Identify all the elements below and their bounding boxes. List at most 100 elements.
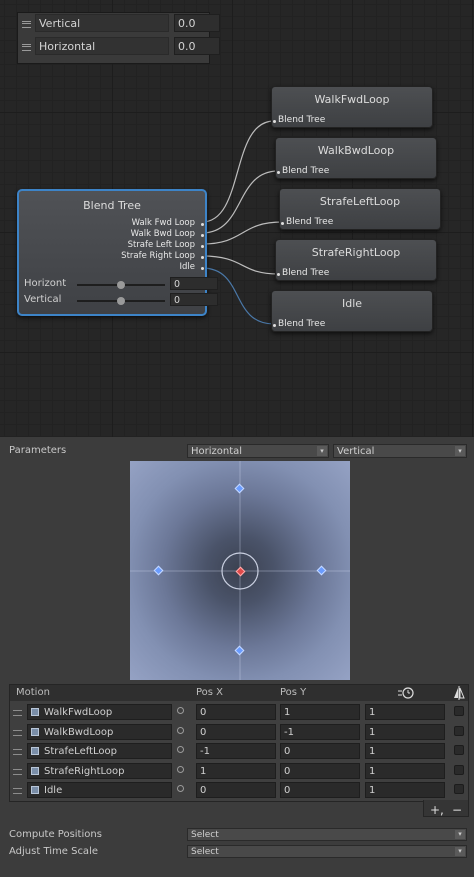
speed-field[interactable]: 1: [365, 762, 445, 779]
mirror-checkbox[interactable]: [454, 706, 464, 716]
compute-positions-dropdown[interactable]: Select ▾: [187, 828, 467, 841]
clip-node-title: Idle: [341, 297, 363, 310]
blend-space-2d-preview[interactable]: [130, 461, 350, 680]
pos-y-field[interactable]: -1: [280, 723, 360, 740]
clip-node-walkbwdloop[interactable]: WalkBwdLoop Blend Tree: [275, 137, 437, 179]
motion-clip-field[interactable]: WalkFwdLoop: [27, 704, 172, 720]
motion-row[interactable]: WalkBwdLoop 0 -1 1: [10, 723, 468, 742]
clip-node-input-port[interactable]: Blend Tree: [276, 268, 329, 278]
drag-handle-icon[interactable]: [13, 768, 22, 775]
animation-clip-icon: [31, 708, 39, 716]
output-port-dot[interactable]: [201, 267, 204, 270]
drag-handle-icon[interactable]: [22, 21, 31, 28]
compute-positions-value: Select: [191, 830, 219, 840]
adjust-time-scale-dropdown[interactable]: Select ▾: [187, 845, 467, 858]
output-port-dot[interactable]: [201, 234, 204, 237]
speed-field[interactable]: 1: [365, 782, 445, 798]
motion-clip-field[interactable]: StrafeLeftLoop: [27, 743, 172, 759]
motion-clip-field[interactable]: StrafeRightLoop: [27, 762, 172, 779]
output-port-dot[interactable]: [201, 223, 204, 226]
pos-x-field[interactable]: 0: [196, 704, 276, 720]
graph-parameters-panel: Vertical 0.0 Horizontal 0.0: [17, 12, 220, 64]
drag-handle-icon[interactable]: [13, 749, 22, 755]
pos-x-field[interactable]: -1: [196, 743, 276, 759]
clip-node-walkfwdloop[interactable]: WalkFwdLoop Blend Tree: [271, 86, 433, 128]
adjust-time-scale-value: Select: [191, 847, 219, 857]
header-pos-y: Pos Y: [280, 687, 307, 698]
motion-clip-name: WalkFwdLoop: [44, 707, 113, 718]
output-port-dot[interactable]: [201, 245, 204, 248]
output-port-strafe-left-loop[interactable]: Strafe Left Loop: [128, 240, 195, 250]
pos-x-field[interactable]: 0: [196, 782, 276, 798]
clip-node-input-port[interactable]: Blend Tree: [276, 166, 329, 176]
pos-x-field[interactable]: 0: [196, 723, 276, 740]
speed-field[interactable]: 1: [365, 723, 445, 740]
param-x-dropdown[interactable]: Horizontal ▾: [187, 444, 329, 458]
slider-thumb[interactable]: [117, 297, 125, 305]
param-y-dropdown[interactable]: Vertical ▾: [333, 444, 467, 458]
animation-clip-icon: [31, 727, 39, 736]
add-motion-button[interactable]: +,: [430, 803, 444, 817]
clip-node-input-port[interactable]: Blend Tree: [280, 217, 333, 227]
speed-field[interactable]: 1: [365, 704, 445, 720]
slider-value-horizont[interactable]: 0: [170, 277, 218, 290]
motion-row[interactable]: Idle 0 0 1: [10, 781, 468, 800]
dropdown-arrow-icon: ▾: [455, 847, 465, 856]
circle-target-icon[interactable]: [177, 707, 184, 714]
motion-row[interactable]: StrafeLeftLoop -1 0 1: [10, 742, 468, 761]
clip-node-straferightloop[interactable]: StrafeRightLoop Blend Tree: [275, 239, 437, 281]
slider-label-horizont: Horizont: [24, 278, 67, 289]
graph-param-row-horizontal: Horizontal 0.0: [18, 36, 220, 58]
slider-vertical[interactable]: [77, 297, 165, 305]
remove-motion-button[interactable]: −: [452, 803, 462, 817]
clip-node-input-port[interactable]: Blend Tree: [272, 319, 325, 329]
pos-x-field[interactable]: 1: [196, 762, 276, 779]
drag-handle-icon[interactable]: [13, 788, 22, 794]
motion-clip-name: WalkBwdLoop: [44, 726, 114, 738]
param-value-field[interactable]: 0.0: [174, 14, 220, 32]
circle-target-icon[interactable]: [177, 726, 184, 734]
pos-y-field[interactable]: 0: [280, 762, 360, 779]
param-name-field[interactable]: Horizontal: [35, 37, 169, 55]
motion-clip-name: StrafeRightLoop: [44, 765, 125, 777]
slider-thumb[interactable]: [117, 281, 125, 289]
output-port-dot[interactable]: [201, 256, 204, 259]
pos-y-field[interactable]: 0: [280, 743, 360, 759]
slider-horizont[interactable]: [77, 281, 165, 289]
pos-y-field[interactable]: 0: [280, 782, 360, 798]
motion-table: Motion Pos X Pos Y WalkFwdLoop 0 1 1 WalkBwd…: [9, 684, 469, 802]
output-port-idle[interactable]: Idle: [180, 262, 196, 272]
mirror-icon: [454, 686, 465, 700]
param-name-field[interactable]: Vertical: [35, 14, 169, 32]
slider-value-vertical[interactable]: 0: [170, 293, 218, 306]
motion-table-header: Motion Pos X Pos Y: [10, 685, 468, 701]
output-port-strafe-right-loop[interactable]: Strafe Right Loop: [121, 251, 195, 261]
circle-target-icon[interactable]: [177, 746, 184, 753]
animator-graph-canvas[interactable]: Vertical 0.0 Horizontal 0.0 WalkFwdLoop …: [0, 0, 474, 437]
output-port-walk-fwd-loop[interactable]: Walk Fwd Loop: [132, 218, 195, 228]
blend-tree-node[interactable]: Blend Tree Walk Fwd Loop Walk Bwd Loop S…: [17, 189, 218, 316]
animation-clip-icon: [31, 766, 39, 775]
mirror-checkbox[interactable]: [454, 725, 464, 736]
circle-target-icon[interactable]: [177, 765, 184, 773]
circle-target-icon[interactable]: [177, 785, 184, 792]
clip-node-input-port[interactable]: Blend Tree: [272, 115, 325, 125]
mirror-checkbox[interactable]: [454, 764, 464, 775]
dropdown-arrow-icon: ▾: [455, 830, 465, 839]
motion-clip-field[interactable]: Idle: [27, 782, 172, 798]
drag-handle-icon[interactable]: [22, 44, 31, 51]
pos-y-field[interactable]: 1: [280, 704, 360, 720]
motion-clip-field[interactable]: WalkBwdLoop: [27, 723, 172, 740]
clip-node-strafeleftloop[interactable]: StrafeLeftLoop Blend Tree: [279, 188, 441, 230]
output-port-walk-bwd-loop[interactable]: Walk Bwd Loop: [131, 229, 195, 239]
drag-handle-icon[interactable]: [13, 729, 22, 736]
param-y-value: Vertical: [337, 446, 375, 457]
clip-node-idle[interactable]: Idle Blend Tree: [271, 290, 433, 332]
mirror-checkbox[interactable]: [454, 745, 464, 755]
drag-handle-icon[interactable]: [13, 710, 22, 716]
speed-field[interactable]: 1: [365, 743, 445, 759]
param-value-field[interactable]: 0.0: [174, 37, 220, 55]
motion-row[interactable]: WalkFwdLoop 0 1 1: [10, 703, 468, 722]
mirror-checkbox[interactable]: [454, 784, 464, 794]
motion-row[interactable]: StrafeRightLoop 1 0 1: [10, 762, 468, 781]
